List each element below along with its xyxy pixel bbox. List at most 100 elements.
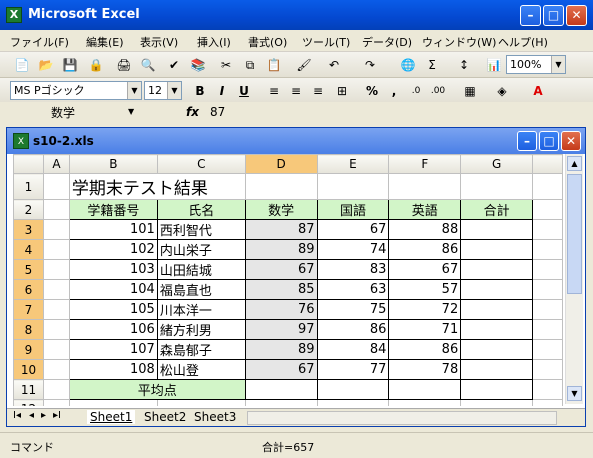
row-header[interactable]: 1 [13,173,44,200]
math-score-cell[interactable]: 76 [244,299,318,320]
research-icon[interactable]: 📚 [190,57,206,73]
sort-ascending-icon[interactable]: ↕ [456,57,472,73]
student-id-cell[interactable]: 106 [68,319,158,340]
align-right-icon[interactable]: ≡ [310,83,326,99]
format-painter-icon[interactable]: 🖌 [296,57,312,73]
sheet-title-cell[interactable]: 学期末テスト結果 [68,173,246,200]
minimize-button[interactable]: – [520,5,541,26]
math-score-cell[interactable]: 67 [244,359,318,380]
menu-help[interactable]: ヘルプ(H) [498,34,548,50]
function-icon[interactable]: fx [186,105,199,119]
student-name-cell[interactable]: 福島直也 [156,279,246,300]
student-name-cell[interactable]: 西利智代 [156,219,246,240]
font-select[interactable]: MS Pゴシック ▼ [10,81,142,100]
japanese-score-cell[interactable]: 83 [316,259,390,280]
student-id-cell[interactable]: 102 [68,239,158,260]
select-all-corner[interactable] [13,154,44,174]
tab-nav-prev-icon[interactable]: ◂ [29,410,34,421]
japanese-score-cell[interactable]: 86 [316,319,390,340]
header-cell[interactable]: 氏名 [156,199,246,220]
math-score-cell[interactable]: 85 [244,279,318,300]
column-header-f[interactable]: F [388,154,462,174]
paste-icon[interactable]: 📋 [266,57,282,73]
student-id-cell[interactable]: 103 [68,259,158,280]
row-header[interactable]: 4 [13,239,44,260]
horizontal-scrollbar[interactable] [247,411,557,425]
workbook-minimize-button[interactable]: – [517,131,537,151]
print-icon[interactable]: 🖨 [116,57,132,73]
new-icon[interactable]: 📄 [14,57,30,73]
row-header[interactable]: 8 [13,319,44,340]
open-icon[interactable]: 📂 [38,57,54,73]
row-header[interactable]: 12 [13,399,44,406]
column-header-d[interactable]: D [244,154,318,174]
student-name-cell[interactable]: 内山栄子 [156,239,246,260]
english-score-cell[interactable]: 67 [388,259,462,280]
close-button[interactable]: ✕ [566,5,587,26]
increase-decimal-icon[interactable]: .0 [408,83,424,99]
menu-data[interactable]: データ(D) [362,34,412,50]
name-box[interactable]: 数学 [6,104,146,122]
japanese-score-cell[interactable]: 77 [316,359,390,380]
column-header-g[interactable]: G [460,154,534,174]
bold-button[interactable]: B [192,83,208,99]
row-header[interactable]: 11 [13,379,44,400]
chevron-down-icon[interactable]: ▼ [167,82,181,99]
student-id-cell[interactable]: 104 [68,279,158,300]
chevron-down-icon[interactable]: ▼ [127,82,141,99]
scroll-thumb[interactable] [567,174,582,294]
merge-center-icon[interactable]: ⊞ [334,83,350,99]
total-cell[interactable] [460,259,534,280]
workbook-maximize-button[interactable]: □ [539,131,559,151]
redo-icon[interactable]: ↷ [362,57,378,73]
tab-sheet2[interactable]: Sheet2 [141,410,189,424]
scroll-down-icon[interactable]: ▼ [567,386,582,401]
column-header-extra[interactable] [532,154,563,174]
borders-icon[interactable]: ▦ [462,83,478,99]
student-name-cell[interactable]: 川本洋一 [156,299,246,320]
italic-button[interactable]: I [214,83,230,99]
english-score-cell[interactable]: 88 [388,219,462,240]
math-score-cell[interactable]: 67 [244,259,318,280]
copy-icon[interactable]: ⧉ [242,57,258,73]
math-score-cell[interactable]: 97 [244,319,318,340]
header-cell[interactable]: 国語 [316,199,390,220]
english-score-cell[interactable]: 57 [388,279,462,300]
tab-sheet1[interactable]: Sheet1 [87,410,136,424]
chevron-down-icon[interactable]: ▼ [551,56,565,73]
total-cell[interactable] [460,319,534,340]
row-header[interactable]: 3 [13,219,44,240]
fill-color-icon[interactable]: ◈ [494,83,510,99]
chevron-down-icon[interactable]: ▼ [128,107,134,116]
japanese-score-cell[interactable]: 84 [316,339,390,360]
font-size-select[interactable]: 12 ▼ [144,81,182,100]
column-header-b[interactable]: B [68,154,158,174]
maximize-button[interactable]: □ [543,5,564,26]
row-header[interactable]: 5 [13,259,44,280]
tab-sheet3[interactable]: Sheet3 [191,410,239,424]
menu-file[interactable]: ファイル(F) [10,34,69,50]
total-cell[interactable] [460,299,534,320]
tab-nav-last-icon[interactable]: ▸I [53,410,61,421]
student-name-cell[interactable]: 緒方利男 [156,319,246,340]
row-header[interactable]: 9 [13,339,44,360]
percent-button[interactable]: % [364,83,380,99]
student-name-cell[interactable]: 森島郁子 [156,339,246,360]
spelling-icon[interactable]: ✔ [166,57,182,73]
column-header-c[interactable]: C [156,154,246,174]
menu-format[interactable]: 書式(O) [248,34,287,50]
student-id-cell[interactable]: 107 [68,339,158,360]
vertical-scrollbar[interactable]: ▲ ▼ [565,154,583,404]
header-cell[interactable]: 合計 [460,199,534,220]
total-cell[interactable] [460,359,534,380]
preview-icon[interactable]: 🔍 [140,57,156,73]
japanese-score-cell[interactable]: 67 [316,219,390,240]
average-label-cell[interactable]: 平均点 [68,379,246,400]
autosum-icon[interactable]: Σ [424,57,440,73]
japanese-score-cell[interactable]: 63 [316,279,390,300]
header-cell[interactable]: 数学 [244,199,318,220]
scroll-up-icon[interactable]: ▲ [567,156,582,171]
row-header[interactable]: 2 [13,199,44,220]
formula-input[interactable]: 87 [210,105,225,119]
student-id-cell[interactable]: 101 [68,219,158,240]
